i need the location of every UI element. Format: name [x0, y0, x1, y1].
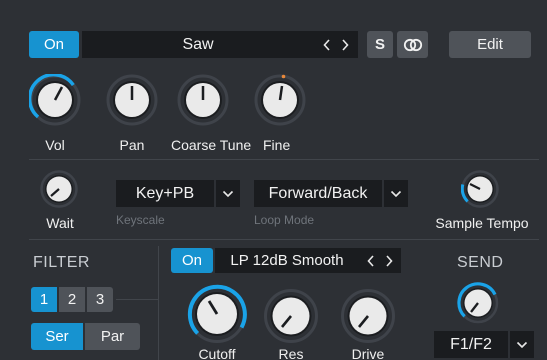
preset-nav	[314, 31, 358, 58]
divider-top	[29, 159, 539, 160]
chevron-right-icon[interactable]	[380, 254, 398, 267]
filter-title: FILTER	[33, 254, 90, 271]
cutoff-knob[interactable]	[187, 284, 247, 344]
link-rings-icon	[403, 38, 422, 51]
edit-button[interactable]: Edit	[449, 31, 531, 58]
loop-mode-value: Forward/Back	[268, 184, 368, 202]
keyscale-select[interactable]: Key+PB	[116, 180, 214, 207]
wait-label: Wait	[46, 215, 74, 231]
loop-mode-label: Loop Mode	[254, 213, 315, 227]
keyscale-value: Key+PB	[135, 184, 195, 202]
send-dropdown[interactable]	[510, 331, 534, 358]
link-button[interactable]	[397, 31, 428, 58]
filter-type-select[interactable]: LP 12dB Smooth	[215, 248, 359, 273]
loop-mode-dropdown[interactable]	[384, 180, 408, 207]
preset-name: Saw	[182, 35, 214, 53]
volume-label: Vol	[45, 137, 65, 153]
filter-type-value: LP 12dB Smooth	[230, 252, 344, 269]
coarse-tune-label: Coarse Tune	[171, 137, 252, 153]
keyscale-label: Keyscale	[116, 213, 165, 227]
filter-type-nav	[359, 248, 401, 273]
resonance-label: Res	[278, 346, 304, 360]
pan-label: Pan	[119, 137, 145, 153]
sample-tempo-knob[interactable]	[461, 170, 499, 208]
on-button[interactable]: On	[29, 31, 79, 58]
filter-segment-1[interactable]: 1	[31, 287, 57, 312]
pan-knob[interactable]	[106, 74, 158, 126]
sample-tempo-label: Sample Tempo	[435, 215, 529, 231]
fine-tune-label: Fine	[263, 137, 291, 153]
send-select[interactable]: F1/F2	[434, 331, 508, 358]
routing-serial-button[interactable]: Ser	[31, 323, 83, 350]
filter-segment-3[interactable]: 3	[87, 287, 113, 312]
send-value: F1/F2	[450, 335, 492, 353]
volume-knob[interactable]	[29, 74, 81, 126]
chevron-down-icon	[516, 341, 528, 348]
divider-middle	[29, 239, 539, 240]
send-knob[interactable]	[457, 282, 499, 324]
drive-knob[interactable]	[340, 288, 396, 344]
wait-knob[interactable]	[40, 170, 78, 208]
filter-on-button[interactable]: On	[171, 248, 213, 273]
preset-name-field[interactable]: Saw	[82, 31, 314, 58]
keyscale-dropdown[interactable]	[216, 180, 240, 207]
send-title: SEND	[457, 254, 504, 271]
chevron-down-icon	[222, 190, 234, 197]
chevron-left-icon[interactable]	[318, 38, 336, 51]
filter-segment-2[interactable]: 2	[59, 287, 85, 312]
filter-connector-line	[116, 299, 158, 300]
filter-divider-left	[158, 246, 159, 360]
resonance-knob[interactable]	[263, 288, 319, 344]
loop-mode-select[interactable]: Forward/Back	[254, 180, 382, 207]
drive-label: Drive	[351, 346, 385, 360]
fine-tune-knob[interactable]	[254, 74, 306, 126]
solo-button[interactable]: S	[367, 31, 393, 58]
chevron-right-icon[interactable]	[336, 38, 354, 51]
routing-parallel-button[interactable]: Par	[85, 323, 140, 350]
cutoff-label: Cutoff	[198, 346, 236, 360]
coarse-tune-knob[interactable]	[177, 74, 229, 126]
chevron-down-icon	[390, 190, 402, 197]
chevron-left-icon[interactable]	[362, 254, 380, 267]
